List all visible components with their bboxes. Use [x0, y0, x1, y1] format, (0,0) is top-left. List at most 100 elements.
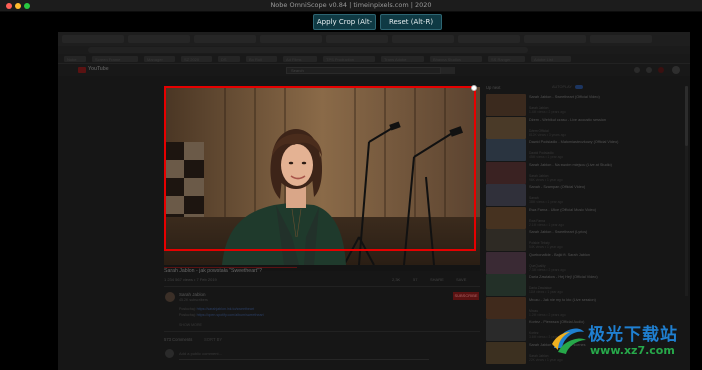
description-label: Posłuchaj: [179, 307, 196, 311]
recommended-title[interactable]: Sarah Jablon - Sweetheart (Lyrics) [529, 230, 679, 240]
save-button[interactable]: SAVE [456, 277, 466, 282]
autoplay-toggle[interactable] [575, 85, 583, 89]
share-button[interactable]: SHARE [430, 277, 444, 282]
recommended-video[interactable]: Sarah Jablon - Na swoim miejscu (Live at… [486, 161, 682, 184]
recommended-meta: 2.1M views • 1 year ago [529, 222, 565, 227]
recommended-video[interactable]: Quebonafide - Bajki ft. Sarah Jablon QueQ… [486, 251, 682, 274]
add-comment-input[interactable]: Add a public comment... [179, 351, 222, 356]
browser-tab[interactable] [392, 35, 454, 43]
recommended-title[interactable]: Daria Zawiałow - Hej Hej! (Official Vide… [529, 275, 679, 285]
video-thumbnail[interactable] [486, 341, 526, 364]
recommended-video[interactable]: Ewa Farna - Ulice (Official Music Video)… [486, 206, 682, 229]
description-link[interactable]: https://open.spotify.com/album/sweethear… [197, 313, 264, 317]
video-thumbnail[interactable] [486, 319, 526, 341]
apply-crop-button[interactable]: Apply Crop (Alt-C) [313, 14, 376, 40]
bookmark-item[interactable]: Ad Films [283, 56, 317, 62]
recommended-video[interactable]: Daria Zawiałow - Hej Hej! (Official Vide… [486, 274, 682, 296]
youtube-logo-text[interactable]: YouTube [88, 66, 109, 72]
watermark-logo-icon [552, 328, 586, 354]
recommended-title[interactable]: Mrozu - Jak nie my to kto (Live session) [529, 298, 679, 308]
recommended-meta: 45M views • 1 year ago [529, 155, 564, 159]
recommended-title[interactable]: Sarah Jablon - Na swoim miejscu (Live at… [529, 163, 679, 173]
recommended-title[interactable]: Dawid Podsiadło - Małomiasteczkowy (Offi… [529, 140, 679, 150]
notifications-icon[interactable] [646, 67, 652, 73]
youtube-search-input[interactable]: Search [286, 67, 441, 74]
browser-tab[interactable] [128, 35, 190, 43]
browser-tabbar [58, 32, 690, 46]
extension-icon[interactable] [658, 67, 664, 73]
scrollbar-thumb[interactable] [685, 86, 688, 146]
crop-selection-rectangle[interactable] [164, 85, 477, 251]
description-link[interactable]: https://sarahjablon.lnk.to/sweetheart [197, 307, 255, 311]
recommended-video[interactable]: Dawid Podsiadło - Małomiasteczkowy (Offi… [486, 139, 682, 161]
recommended-title[interactable]: Quebonafide - Bajki ft. Sarah Jablon [529, 253, 679, 263]
bookmark-item[interactable]: Bhavna Studios [430, 56, 482, 62]
recommended-title[interactable]: Sarah Jablon - Sweetheart (Official Vide… [529, 95, 679, 105]
page-scrollbar[interactable] [685, 86, 688, 296]
recommended-title[interactable]: Dżem - Wehikuł czasu - Live acoustic ses… [529, 118, 679, 128]
channel-name[interactable]: Sarah Jablon [179, 292, 206, 297]
video-thumbnail[interactable] [486, 161, 526, 184]
recommended-video[interactable]: Sarah Jablon - Sweetheart (Lyrics) Polski… [486, 229, 682, 251]
reset-crop-button[interactable]: Reset (Alt-R) [380, 14, 442, 30]
bookmark-item[interactable]: SZ 2020 [181, 56, 212, 62]
recommended-video[interactable]: Sanah - Szampan (Official Video) Sanah 38M… [486, 184, 682, 206]
search-button[interactable] [441, 67, 455, 74]
bookmark-item[interactable]: SS Ranger [488, 56, 525, 62]
bookmark-item[interactable]: Bo Roll [246, 56, 277, 62]
channel-avatar[interactable] [165, 292, 175, 302]
bookmark-label: Screen Frame [95, 57, 121, 62]
subscribe-button[interactable]: SUBSCRIBE [453, 292, 479, 300]
recommended-video[interactable]: Mrozu - Jak nie my to kto (Live session)… [486, 296, 682, 319]
bookmark-item[interactable]: Trans Adobe [381, 56, 424, 62]
browser-tab[interactable] [62, 35, 124, 43]
account-avatar[interactable] [672, 66, 680, 74]
apps-icon[interactable] [634, 67, 640, 73]
show-more-button[interactable]: SHOW MORE [179, 323, 202, 327]
recommended-video[interactable]: Sarah Jablon - Sweetheart (Official Vide… [486, 94, 682, 116]
channel-subscribers: 45.2K subscribers [179, 298, 208, 302]
video-thumbnail[interactable] [486, 274, 526, 296]
like-button[interactable]: 2,3K [392, 277, 400, 282]
recommended-title[interactable]: Ewa Farna - Ulice (Official Music Video) [529, 208, 679, 218]
description-line: Posłuchaj: https://sarahjablon.lnk.to/sw… [179, 307, 254, 311]
bookmark-label: TPS Production [326, 57, 355, 62]
browser-tab[interactable] [590, 35, 652, 43]
browser-tab[interactable] [194, 35, 256, 43]
bookmark-item[interactable]: Screen Frame [92, 56, 138, 62]
bookmark-label: DS [221, 57, 227, 62]
bookmark-label: Bhavna Studios [433, 57, 462, 62]
recommended-meta: 7.3M views • 2 years ago [529, 267, 566, 272]
bookmark-item[interactable]: Adobe List [531, 56, 571, 62]
video-thumbnail[interactable] [486, 94, 526, 116]
browser-addressbar [58, 46, 690, 54]
bookmark-item[interactable]: DS [218, 56, 240, 62]
video-thumbnail[interactable] [486, 229, 526, 251]
watermark-url: www.xz7.com [590, 344, 675, 357]
crop-resize-handle[interactable] [471, 85, 477, 91]
bookmark-item[interactable]: TPS Production [323, 56, 375, 62]
video-thumbnail[interactable] [486, 116, 526, 139]
video-thumbnail[interactable] [486, 206, 526, 229]
video-thumbnail[interactable] [486, 296, 526, 319]
divider [164, 331, 480, 332]
browser-tab[interactable] [458, 35, 520, 43]
recommended-video[interactable]: Dżem - Wehikuł czasu - Live acoustic ses… [486, 116, 682, 139]
browser-tab[interactable] [326, 35, 388, 43]
bookmark-label: SS Ranger [491, 57, 511, 62]
comments-count: 573 Comments [164, 337, 193, 342]
url-field[interactable] [88, 47, 528, 53]
video-thumbnail[interactable] [486, 184, 526, 206]
dislike-button[interactable]: 57 [413, 277, 417, 282]
video-thumbnail[interactable] [486, 251, 526, 274]
recommended-title[interactable]: Sanah - Szampan (Official Video) [529, 185, 679, 195]
video-thumbnail[interactable] [486, 139, 526, 161]
recommended-meta: 1.2M views • 2 years ago [529, 312, 566, 317]
youtube-logo-icon[interactable] [78, 67, 86, 73]
bookmark-item[interactable]: Manager [144, 56, 175, 62]
sort-comments-button[interactable]: SORT BY [204, 337, 222, 342]
browser-tab[interactable] [524, 35, 586, 43]
bookmark-item[interactable]: Nobe [64, 56, 86, 62]
browser-tab[interactable] [260, 35, 322, 43]
video-views: 1 234 567 views • 7 Feb 2019 [164, 277, 217, 282]
